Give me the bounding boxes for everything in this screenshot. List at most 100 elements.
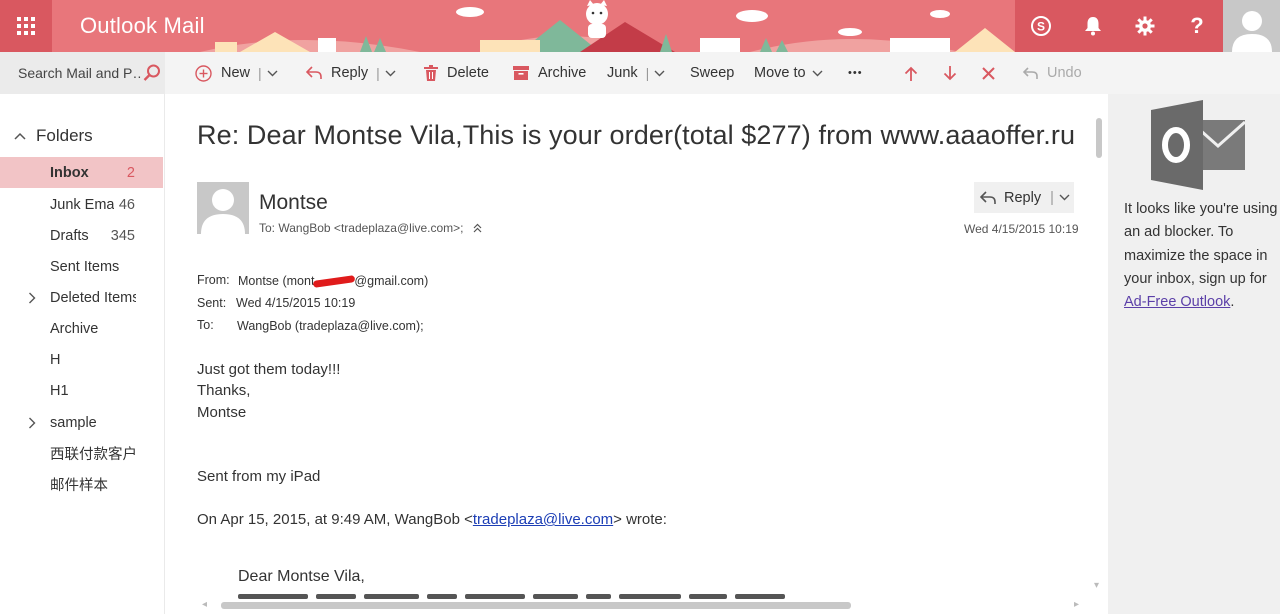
sidebar-item-inbox[interactable]: Inbox 2	[0, 157, 163, 188]
reply-toolbar-button[interactable]: Reply |	[306, 52, 396, 94]
ad-blocker-text: It looks like you're using an ad blocker…	[1124, 201, 1278, 287]
chevron-right-icon[interactable]	[28, 292, 36, 304]
sidebar-item-junk-email[interactable]: Junk Ema 46	[0, 189, 163, 220]
undo-button[interactable]: Undo	[1023, 52, 1082, 94]
app-header: Outlook Mail S ?	[0, 0, 1280, 52]
folder-label: H	[50, 351, 61, 368]
quote-prefix: On Apr 15, 2015, at 9:49 AM, WangBob <	[197, 511, 473, 528]
chevron-down-icon[interactable]	[1059, 194, 1070, 201]
plus-circle-icon	[195, 64, 212, 82]
more-actions-button[interactable]: •••	[848, 52, 863, 94]
new-label: New	[221, 65, 251, 81]
junk-label: Junk	[607, 65, 638, 81]
sweep-button[interactable]: Sweep	[690, 52, 734, 94]
close-message-button[interactable]	[982, 52, 995, 94]
folder-label: Inbox	[50, 164, 89, 181]
folder-label: sample	[50, 414, 97, 431]
sender-name[interactable]: Montse	[259, 191, 328, 215]
archive-button[interactable]: Archive	[513, 52, 586, 94]
move-to-label: Move to	[754, 65, 806, 81]
delete-button[interactable]: Delete	[424, 52, 489, 94]
sender-avatar	[197, 182, 249, 234]
from-field-value: Montse (mont @gmail.com)	[238, 274, 429, 289]
to-field-value: WangBob (tradeplaza@live.com);	[237, 319, 424, 333]
sidebar-item-sample[interactable]: sample	[0, 407, 163, 438]
reading-pane: Re: Dear Montse Vila,This is your order(…	[166, 94, 1108, 614]
body-line: Sent from my iPad	[197, 468, 321, 485]
from-prefix: Montse (mont	[238, 274, 315, 288]
notifications-button[interactable]	[1067, 0, 1119, 52]
scroll-down-arrow-icon[interactable]: ▾	[1094, 580, 1099, 591]
collapse-up-icon[interactable]	[473, 223, 482, 233]
folder-label: 西联付款客户	[50, 447, 137, 463]
sidebar-item-drafts[interactable]: Drafts 345	[0, 220, 163, 251]
user-account-button[interactable]	[1223, 0, 1280, 52]
reply-label: Reply	[331, 65, 369, 81]
chevron-down-icon[interactable]	[385, 70, 396, 77]
folder-label: Archive	[50, 320, 99, 337]
more-icon: •••	[848, 67, 863, 79]
previous-message-button[interactable]	[904, 52, 918, 94]
search-input[interactable]: Search Mail and P…	[18, 65, 141, 81]
scroll-right-arrow-icon[interactable]: ▸	[1074, 599, 1079, 610]
chevron-right-icon[interactable]	[28, 417, 36, 429]
user-avatar-icon	[1231, 11, 1272, 52]
help-button[interactable]: ?	[1171, 0, 1223, 52]
app-launcher-button[interactable]	[0, 0, 52, 52]
chevron-down-icon[interactable]	[267, 70, 278, 77]
sweep-label: Sweep	[690, 65, 735, 81]
sidebar-item-archive[interactable]: Archive	[0, 313, 163, 344]
move-to-button[interactable]: Move to	[754, 52, 823, 94]
folder-label: 邮件样本	[50, 478, 108, 494]
folder-label: Drafts	[50, 227, 89, 244]
arrow-up-icon	[904, 66, 918, 81]
skype-button[interactable]: S	[1015, 0, 1067, 52]
reply-icon	[306, 66, 322, 79]
scroll-left-arrow-icon[interactable]: ◂	[202, 599, 207, 610]
sent-field-label: Sent:	[197, 296, 227, 310]
quoted-greeting: Dear Montse Vila,	[238, 568, 365, 585]
chevron-down-icon[interactable]	[654, 70, 665, 77]
recipients-line: To: WangBob <tradeplaza@live.com>;	[259, 221, 482, 235]
next-message-button[interactable]	[943, 52, 957, 94]
item-count: 345	[110, 227, 135, 244]
close-icon	[982, 66, 995, 80]
from-suffix: @gmail.com)	[354, 274, 429, 288]
junk-button[interactable]: Junk |	[607, 52, 665, 94]
search-icon[interactable]	[143, 64, 161, 82]
folder-pane: Folders Inbox 2 Junk Ema 46 Drafts 345 S…	[0, 94, 165, 614]
sent-field-value: Wed 4/15/2015 10:19	[236, 296, 356, 310]
body-line: Thanks,	[197, 382, 251, 399]
horizontal-scrollbar[interactable]	[221, 602, 851, 609]
redaction-mark	[313, 275, 356, 289]
bell-icon	[1085, 17, 1101, 36]
person-icon	[201, 189, 245, 234]
sidebar-item-h1[interactable]: H1	[0, 375, 163, 406]
outlook-logo-icon	[1151, 100, 1246, 190]
delete-label: Delete	[447, 65, 489, 81]
ad-free-outlook-link[interactable]: Ad-Free Outlook	[1124, 294, 1230, 310]
sidebar-item-deleted-items[interactable]: Deleted Items	[0, 282, 163, 313]
sidebar-item-western-union-customers[interactable]: 西联付款客户	[0, 438, 163, 469]
arrow-down-icon	[943, 65, 957, 80]
quote-suffix: > wrote:	[613, 511, 667, 528]
folders-header[interactable]: Folders	[14, 126, 93, 146]
message-date: Wed 4/15/2015 10:19	[964, 222, 1079, 236]
recipients-text[interactable]: To: WangBob <tradeplaza@live.com>;	[259, 221, 464, 235]
reply-button[interactable]: Reply |	[974, 182, 1074, 213]
body-line: Just got them today!!!	[197, 361, 341, 378]
sidebar-item-h[interactable]: H	[0, 344, 163, 375]
email-link[interactable]: tradeplaza@live.com	[473, 511, 613, 528]
ad-pane: It looks like you're using an ad blocker…	[1108, 94, 1280, 614]
sidebar-item-sent-items[interactable]: Sent Items	[0, 251, 163, 282]
settings-button[interactable]	[1119, 0, 1171, 52]
app-title[interactable]: Outlook Mail	[80, 13, 205, 39]
vertical-scrollbar[interactable]	[1096, 118, 1102, 158]
new-button[interactable]: New |	[195, 52, 278, 94]
to-field-label: To:	[197, 318, 214, 332]
trash-icon	[424, 65, 438, 81]
sidebar-item-mail-samples[interactable]: 邮件样本	[0, 469, 163, 500]
body-line: Montse	[197, 404, 247, 421]
search-box[interactable]: Search Mail and P…	[0, 52, 165, 94]
undo-label: Undo	[1047, 65, 1082, 81]
